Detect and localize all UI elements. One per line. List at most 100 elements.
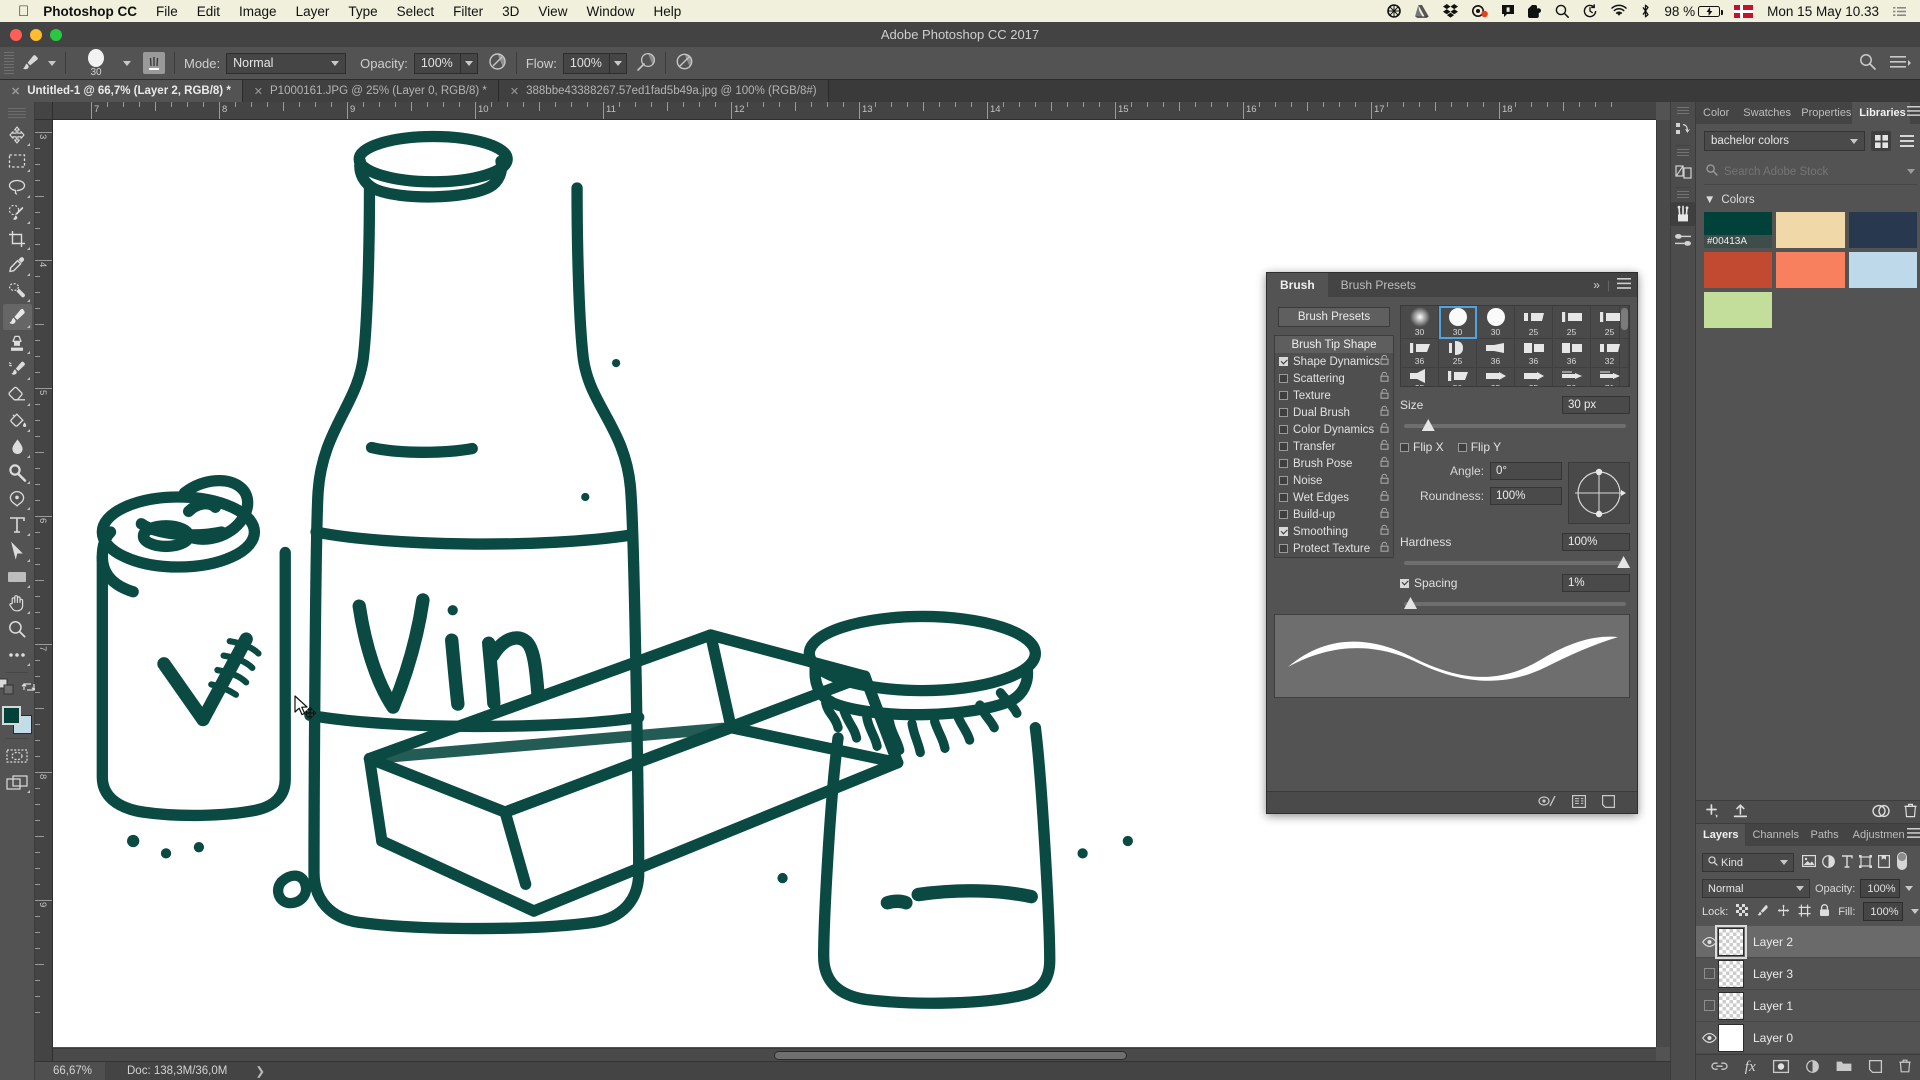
new-layer-icon[interactable]: [1869, 1060, 1882, 1076]
google-drive-icon[interactable]: [1415, 5, 1429, 18]
spacing-checkbox[interactable]: Spacing: [1400, 576, 1457, 590]
tool-preset-chevron-icon[interactable]: [48, 61, 56, 66]
eyedropper-tool-icon[interactable]: [3, 252, 32, 278]
tab-brush-presets[interactable]: Brush Presets: [1328, 273, 1429, 297]
notification-center-icon[interactable]: [1893, 6, 1906, 17]
spacing-slider[interactable]: [1404, 602, 1626, 606]
brush-tip-shape-row[interactable]: Brush Tip Shape: [1275, 336, 1393, 353]
lock-icon[interactable]: [1380, 474, 1389, 487]
toggle-brush-panel-icon[interactable]: [1538, 795, 1556, 810]
lock-artboard-icon[interactable]: [1798, 904, 1811, 920]
rail-grip[interactable]: [1677, 107, 1689, 115]
lock-transparent-pixels-icon[interactable]: [1736, 904, 1748, 919]
layer-thumbnail[interactable]: [1718, 960, 1744, 988]
filter-toggle-icon[interactable]: [1896, 851, 1908, 874]
hardness-slider[interactable]: [1404, 561, 1626, 565]
brush-tool-icon[interactable]: [3, 304, 32, 330]
menu-edit[interactable]: Edit: [197, 4, 220, 19]
brush-tip-cell[interactable]: 36: [1515, 339, 1553, 368]
flip-x-checkbox[interactable]: Flip X: [1400, 440, 1444, 454]
flow-stepper[interactable]: 100%: [563, 53, 627, 74]
lock-icon[interactable]: [1380, 457, 1389, 470]
option-shape-dynamics[interactable]: Shape Dynamics: [1275, 353, 1393, 370]
checkbox[interactable]: [1279, 357, 1288, 366]
brush-panel-icon[interactable]: [1671, 202, 1695, 226]
type-tool-icon[interactable]: [3, 512, 32, 538]
lock-icon[interactable]: [1380, 372, 1389, 385]
brush-preset-picker[interactable]: 30: [75, 48, 117, 78]
scroll-thumb[interactable]: [774, 1051, 1127, 1060]
brush-tip-cell[interactable]: 30: [1439, 306, 1477, 339]
lock-icon[interactable]: [1380, 355, 1389, 368]
menu-3d[interactable]: 3D: [502, 4, 519, 19]
horizontal-ruler[interactable]: 789101112131415161718: [53, 102, 1656, 120]
layer-row[interactable]: Layer 3: [1696, 958, 1920, 990]
checkbox[interactable]: [1400, 579, 1409, 588]
panel-menu-icon[interactable]: [1907, 828, 1920, 841]
chevron-down-icon[interactable]: [1907, 169, 1915, 174]
lasso-tool-icon[interactable]: [3, 174, 32, 200]
layer-blend-mode-select[interactable]: Normal: [1702, 879, 1810, 898]
rail-grip[interactable]: [1677, 149, 1689, 157]
menu-select[interactable]: Select: [397, 4, 435, 19]
slider-knob[interactable]: [1617, 556, 1630, 568]
brush-tip-cell[interactable]: 25: [1591, 306, 1629, 339]
menu-bar-clock[interactable]: Mon 15 May 10.33: [1767, 4, 1879, 19]
opacity-value[interactable]: 100%: [414, 53, 461, 74]
menu-window[interactable]: Window: [586, 4, 634, 19]
quick-selection-tool-icon[interactable]: [3, 200, 32, 226]
new-preset-icon[interactable]: [1572, 795, 1586, 811]
rectangular-marquee-tool-icon[interactable]: [3, 148, 32, 174]
add-layer-mask-icon[interactable]: [1773, 1060, 1789, 1076]
zoom-tool-icon[interactable]: [3, 616, 32, 642]
brush-settings-panel-toggle[interactable]: [143, 52, 165, 74]
search-input[interactable]: [1724, 166, 1901, 178]
option-noise[interactable]: Noise: [1275, 472, 1393, 489]
document-tab-p1000161[interactable]: ✕ P1000161.JPG @ 25% (Layer 0, RGB/8) *: [243, 80, 499, 102]
checkbox[interactable]: [1279, 510, 1288, 519]
rail-grip[interactable]: [1677, 191, 1689, 199]
layer-thumbnail[interactable]: [1718, 1024, 1744, 1052]
checkbox[interactable]: [1279, 408, 1288, 417]
brush-presets-button[interactable]: Brush Presets: [1278, 307, 1390, 327]
delete-icon[interactable]: [1904, 803, 1917, 821]
tab-brush[interactable]: Brush: [1267, 273, 1328, 297]
lock-icon[interactable]: [1380, 423, 1389, 436]
brush-tip-cell[interactable]: 30: [1401, 306, 1439, 339]
brush-picker-chevron-icon[interactable]: [123, 61, 131, 66]
history-brush-tool-icon[interactable]: [3, 356, 32, 382]
option-scattering[interactable]: Scattering: [1275, 370, 1393, 387]
swap-colors-icon[interactable]: [22, 680, 36, 697]
brush-tip-cell[interactable]: 71: [1591, 368, 1629, 387]
document-tab-388bbe[interactable]: ✕ 388bbe43388267.57ed1fad5b49a.jpg @ 100…: [499, 80, 829, 102]
tab-adjustments[interactable]: Adjustments: [1846, 824, 1904, 846]
layer-style-fx-icon[interactable]: fx: [1745, 1059, 1756, 1076]
filter-shape-icon[interactable]: [1859, 855, 1872, 871]
edit-toolbar-icon[interactable]: [3, 642, 32, 668]
lock-image-pixels-icon[interactable]: [1756, 904, 1769, 920]
wifi-icon[interactable]: [1611, 5, 1627, 17]
layer-row[interactable]: Layer 0: [1696, 1022, 1920, 1054]
color-swatch[interactable]: #00413A: [1704, 212, 1772, 248]
layer-opacity-value[interactable]: 100%: [1860, 879, 1900, 898]
spotlight-search-icon[interactable]: [1555, 4, 1569, 18]
color-swatch[interactable]: [1849, 252, 1917, 288]
apple-icon[interactable]: : [18, 4, 29, 19]
library-select[interactable]: bachelor colors: [1704, 131, 1865, 151]
clone-stamp-tool-icon[interactable]: [3, 330, 32, 356]
checkbox[interactable]: [1279, 459, 1288, 468]
option-smoothing[interactable]: Smoothing: [1275, 523, 1393, 540]
filter-adjustment-icon[interactable]: [1822, 855, 1835, 871]
link-layers-icon[interactable]: [1711, 1060, 1728, 1075]
fill-dropdown-icon[interactable]: [1911, 909, 1919, 914]
brush-presets-panel-icon[interactable]: [1671, 228, 1695, 252]
layer-filter-kind-select[interactable]: Kind: [1702, 853, 1794, 872]
layer-thumbnail[interactable]: [1718, 928, 1744, 956]
spot-healing-brush-tool-icon[interactable]: [3, 278, 32, 304]
brush-tip-cell[interactable]: 25: [1515, 368, 1553, 387]
checkbox[interactable]: [1400, 443, 1409, 452]
slider-knob[interactable]: [1422, 419, 1435, 431]
flow-value[interactable]: 100%: [563, 53, 610, 74]
lock-icon[interactable]: [1380, 389, 1389, 402]
filter-pixel-icon[interactable]: [1802, 855, 1816, 870]
